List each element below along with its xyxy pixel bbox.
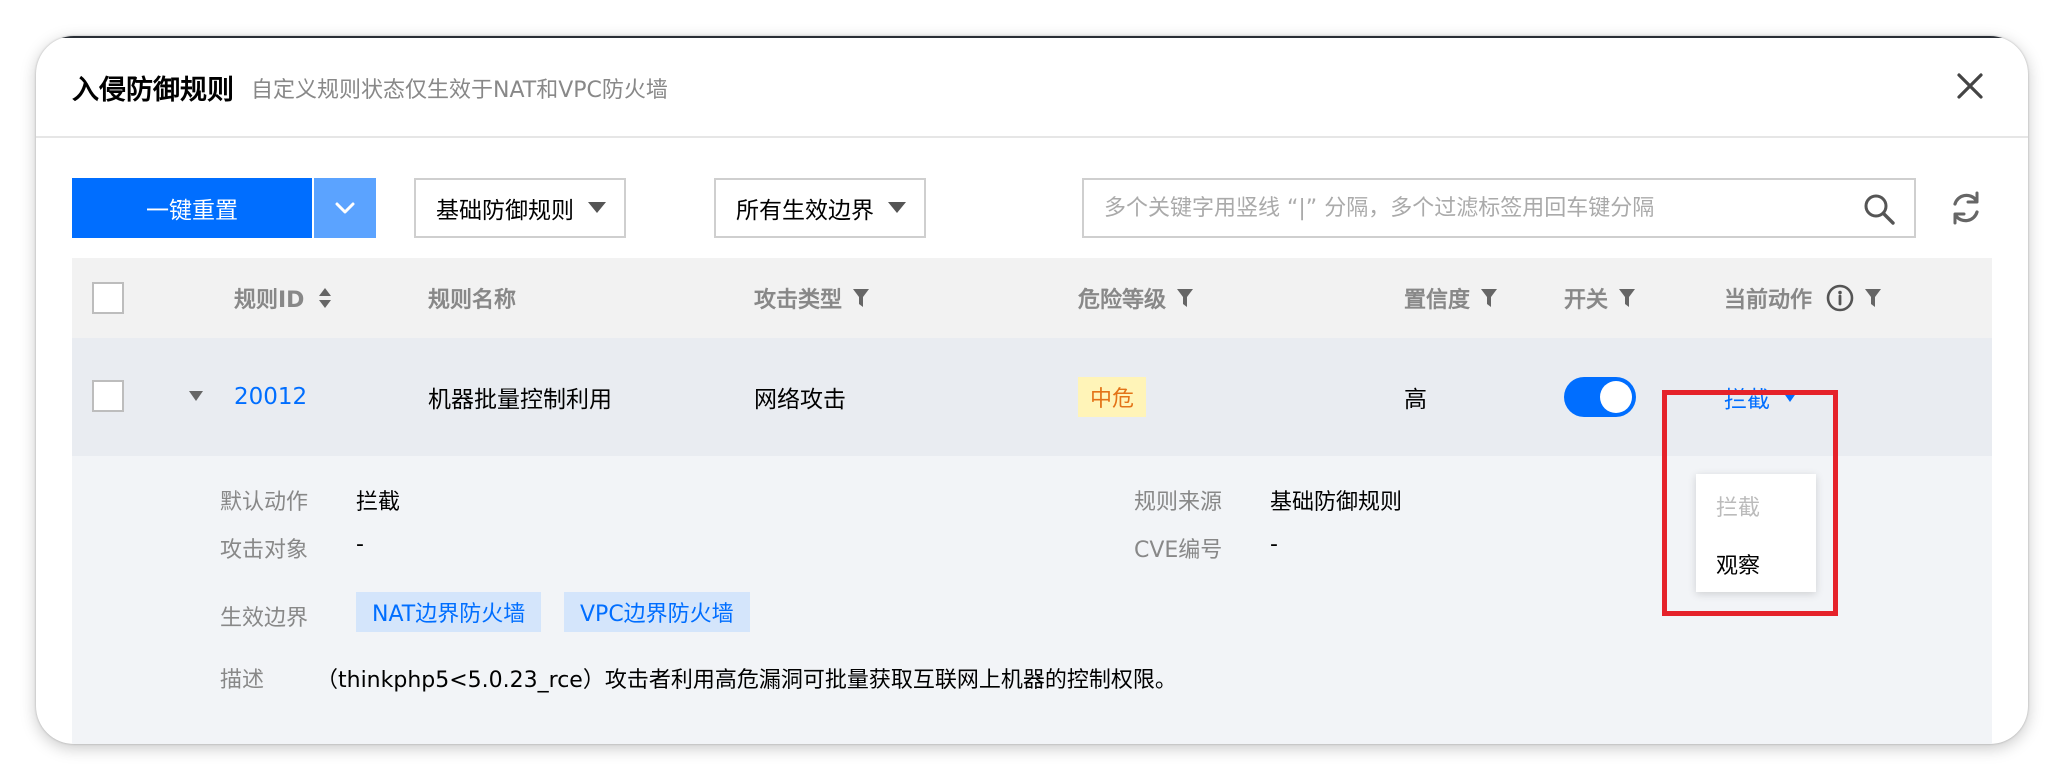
column-header-current-action[interactable]: 当前动作 (1724, 258, 1882, 338)
rule-id-cell[interactable]: 20012 (234, 338, 307, 456)
attack-target-label: 攻击对象 (220, 538, 309, 563)
rule-type-select[interactable]: 基础防御规则 (414, 178, 626, 238)
column-header-label: 规则名称 (428, 288, 517, 313)
column-header-label: 开关 (1564, 288, 1609, 313)
caret-down-icon[interactable] (1782, 391, 1798, 403)
column-header-label: 当前动作 (1724, 288, 1813, 313)
boundary-label: 生效边界 (220, 606, 309, 631)
current-action-dropdown[interactable]: 拦截 (1724, 338, 1798, 456)
dialog-header: 入侵防御规则 自定义规则状态仅生效于NAT和VPC防火墙 (36, 36, 2028, 138)
table-header: 规则ID 规则名称 攻击类型 危险等级 置信度 开关 当前动作 (72, 258, 1992, 338)
filter-icon[interactable] (1864, 288, 1882, 308)
column-header-switch[interactable]: 开关 (1564, 258, 1636, 338)
sort-icon[interactable] (318, 287, 332, 309)
intrusion-rules-dialog: 入侵防御规则 自定义规则状态仅生效于NAT和VPC防火墙 一键重置 基础防御规则… (36, 36, 2028, 744)
column-header-label: 置信度 (1404, 288, 1471, 313)
column-header-confidence[interactable]: 置信度 (1404, 258, 1498, 338)
cve-label: CVE编号 (1134, 538, 1223, 563)
boundary-tag-vpc: VPC边界防火墙 (564, 592, 750, 632)
rule-source-value: 基础防御规则 (1270, 490, 1403, 515)
rule-type-select-value: 基础防御规则 (436, 198, 574, 224)
boundary-select-value: 所有生效边界 (736, 198, 874, 224)
search-box[interactable] (1082, 178, 1916, 238)
column-header-attack-type[interactable]: 攻击类型 (754, 258, 870, 338)
search-icon[interactable] (1862, 192, 1896, 226)
current-action-value[interactable]: 拦截 (1724, 380, 1770, 414)
info-icon[interactable] (1826, 284, 1854, 312)
select-all-checkbox[interactable] (92, 282, 124, 314)
chevron-down-icon (335, 202, 355, 214)
confidence-cell: 高 (1404, 387, 1427, 413)
filter-icon[interactable] (852, 288, 870, 308)
column-header-label: 危险等级 (1078, 288, 1167, 313)
reset-dropdown-button[interactable] (314, 178, 376, 238)
attack-type-cell: 网络攻击 (754, 387, 846, 413)
attack-target-value: - (356, 532, 364, 557)
risk-level-badge: 中危 (1078, 377, 1147, 417)
rule-switch-toggle[interactable] (1564, 377, 1636, 417)
cve-value: - (1270, 532, 1278, 557)
search-input[interactable] (1104, 180, 1844, 236)
row-checkbox[interactable] (92, 380, 124, 412)
description-value: （thinkphp5<5.0.23_rce）攻击者利用高危漏洞可批量获取互联网上… (316, 668, 1177, 693)
filter-icon[interactable] (1176, 288, 1194, 308)
toggle-knob (1600, 381, 1632, 413)
default-action-value: 拦截 (356, 490, 401, 515)
menu-item-block[interactable]: 拦截 (1716, 490, 1760, 522)
filter-icon[interactable] (1480, 288, 1498, 308)
risk-level-cell: 中危 (1078, 338, 1147, 456)
column-header-label: 规则ID (234, 288, 305, 313)
refresh-icon[interactable] (1946, 188, 1986, 228)
rule-source-label: 规则来源 (1134, 490, 1223, 515)
close-button[interactable] (1942, 58, 1998, 114)
action-dropdown-menu: 拦截 观察 (1696, 474, 1816, 592)
filter-icon[interactable] (1618, 288, 1636, 308)
dialog-title: 入侵防御规则 (72, 75, 234, 106)
column-header-rule-name: 规则名称 (428, 258, 516, 338)
description-label: 描述 (220, 668, 265, 693)
column-header-label: 攻击类型 (754, 288, 843, 313)
caret-down-icon (888, 202, 906, 213)
boundary-select[interactable]: 所有生效边界 (714, 178, 926, 238)
rule-name-cell: 机器批量控制利用 (428, 387, 612, 413)
table-row[interactable]: 20012 机器批量控制利用 网络攻击 中危 高 拦截 (72, 338, 1992, 456)
close-icon (1957, 73, 1983, 99)
expand-caret-icon[interactable] (188, 390, 204, 402)
dialog-subtitle: 自定义规则状态仅生效于NAT和VPC防火墙 (251, 78, 668, 103)
menu-item-observe[interactable]: 观察 (1716, 548, 1760, 580)
rule-id-link[interactable]: 20012 (234, 384, 307, 410)
reset-button[interactable]: 一键重置 (72, 178, 312, 238)
boundary-tag-nat: NAT边界防火墙 (356, 592, 542, 632)
caret-down-icon (588, 202, 606, 213)
column-header-risk-level[interactable]: 危险等级 (1078, 258, 1194, 338)
column-header-rule-id[interactable]: 规则ID (234, 258, 332, 338)
default-action-label: 默认动作 (220, 490, 309, 515)
